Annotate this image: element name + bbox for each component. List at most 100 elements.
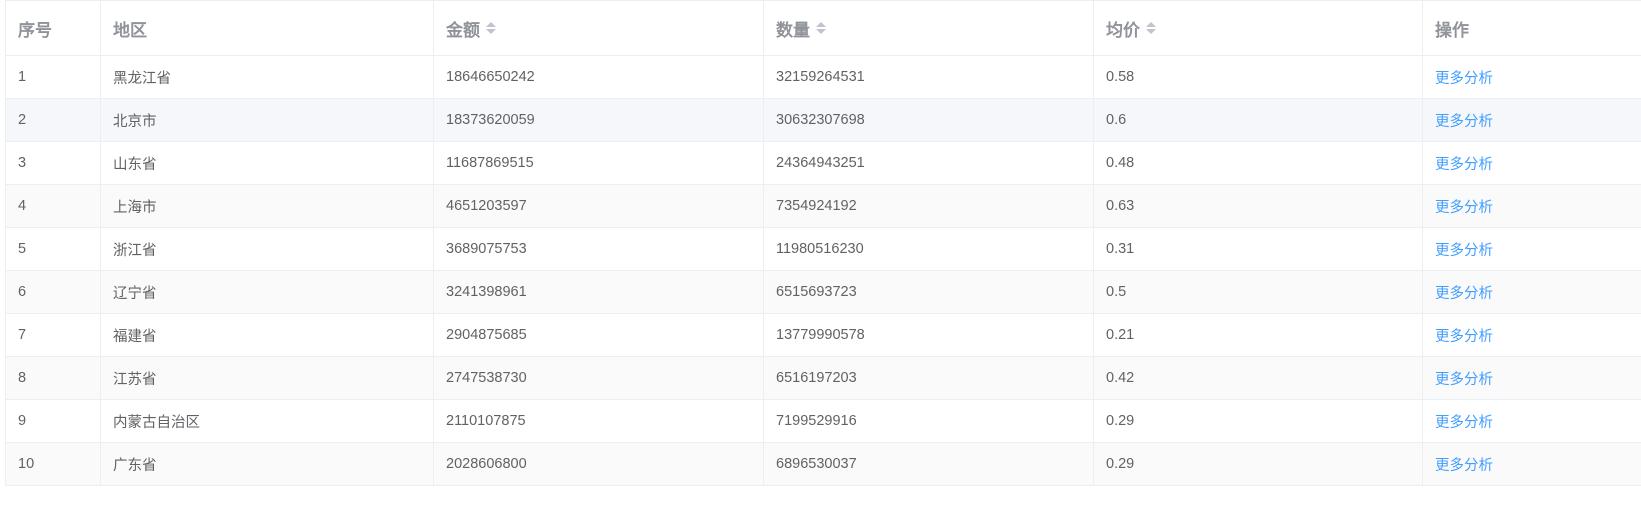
cell-amount: 2028606800 <box>433 442 764 486</box>
cell-index: 6 <box>5 270 101 314</box>
cell-index: 7 <box>5 313 101 357</box>
more-analysis-link[interactable]: 更多分析 <box>1435 415 1493 431</box>
table-body: 1 黑龙江省 18646650242 32159264531 0.58 更多分析 2 北京市 1… <box>5 55 1641 486</box>
cell-region: 内蒙古自治区 <box>100 399 434 443</box>
cell-quantity: 32159264531 <box>763 55 1094 99</box>
cell-action: 更多分析 <box>1422 55 1641 99</box>
cell-amount: 3241398961 <box>433 270 764 314</box>
col-header-region: 地区 <box>100 0 434 56</box>
sort-asc-icon[interactable] <box>816 22 826 27</box>
cell-index: 1 <box>5 55 101 99</box>
table-header: 序号 地区 金额 数量 均价 操作 <box>5 0 1641 56</box>
cell-avg-price: 0.42 <box>1093 356 1423 400</box>
cell-amount: 11687869515 <box>433 141 764 185</box>
sort-desc-icon[interactable] <box>816 29 826 34</box>
cell-region: 上海市 <box>100 184 434 228</box>
col-header-avg-price[interactable]: 均价 <box>1093 0 1423 56</box>
cell-amount: 2904875685 <box>433 313 764 357</box>
header-row: 序号 地区 金额 数量 均价 操作 <box>5 0 1641 56</box>
col-header-quantity[interactable]: 数量 <box>763 0 1094 56</box>
cell-region: 辽宁省 <box>100 270 434 314</box>
cell-action: 更多分析 <box>1422 227 1641 271</box>
cell-region: 山东省 <box>100 141 434 185</box>
cell-quantity: 7199529916 <box>763 399 1094 443</box>
cell-index: 4 <box>5 184 101 228</box>
table-row: 3 山东省 11687869515 24364943251 0.48 更多分析 <box>5 141 1641 185</box>
data-table: 序号 地区 金额 数量 均价 操作 1 黑龙江省 18646650242 321… <box>5 0 1641 486</box>
col-header-amount[interactable]: 金额 <box>433 0 764 56</box>
sort-asc-icon[interactable] <box>486 22 496 27</box>
table-row: 10 广东省 2028606800 6896530037 0.29 更多分析 <box>5 442 1641 486</box>
cell-action: 更多分析 <box>1422 313 1641 357</box>
cell-quantity: 7354924192 <box>763 184 1094 228</box>
more-analysis-link[interactable]: 更多分析 <box>1435 200 1493 216</box>
more-analysis-link[interactable]: 更多分析 <box>1435 458 1493 474</box>
cell-index: 10 <box>5 442 101 486</box>
cell-avg-price: 0.29 <box>1093 399 1423 443</box>
sort-desc-icon[interactable] <box>486 29 496 34</box>
cell-avg-price: 0.48 <box>1093 141 1423 185</box>
cell-action: 更多分析 <box>1422 141 1641 185</box>
more-analysis-link[interactable]: 更多分析 <box>1435 372 1493 388</box>
cell-region: 浙江省 <box>100 227 434 271</box>
cell-index: 9 <box>5 399 101 443</box>
sort-caret-icon[interactable] <box>1146 22 1156 34</box>
cell-amount: 2747538730 <box>433 356 764 400</box>
cell-amount: 4651203597 <box>433 184 764 228</box>
more-analysis-link[interactable]: 更多分析 <box>1435 157 1493 173</box>
cell-action: 更多分析 <box>1422 399 1641 443</box>
sort-desc-icon[interactable] <box>1146 29 1156 34</box>
cell-index: 5 <box>5 227 101 271</box>
more-analysis-link[interactable]: 更多分析 <box>1435 329 1493 345</box>
cell-avg-price: 0.31 <box>1093 227 1423 271</box>
cell-index: 2 <box>5 98 101 142</box>
cell-avg-price: 0.5 <box>1093 270 1423 314</box>
cell-index: 8 <box>5 356 101 400</box>
cell-avg-price: 0.29 <box>1093 442 1423 486</box>
cell-quantity: 24364943251 <box>763 141 1094 185</box>
cell-region: 北京市 <box>100 98 434 142</box>
cell-avg-price: 0.63 <box>1093 184 1423 228</box>
cell-avg-price: 0.6 <box>1093 98 1423 142</box>
cell-amount: 18373620059 <box>433 98 764 142</box>
sort-caret-icon[interactable] <box>486 22 496 34</box>
cell-quantity: 13779990578 <box>763 313 1094 357</box>
cell-amount: 18646650242 <box>433 55 764 99</box>
more-analysis-link[interactable]: 更多分析 <box>1435 114 1493 130</box>
cell-action: 更多分析 <box>1422 98 1641 142</box>
cell-amount: 2110107875 <box>433 399 764 443</box>
cell-region: 江苏省 <box>100 356 434 400</box>
more-analysis-link[interactable]: 更多分析 <box>1435 71 1493 87</box>
table-row: 9 内蒙古自治区 2110107875 7199529916 0.29 更多分析 <box>5 399 1641 443</box>
sort-asc-icon[interactable] <box>1146 22 1156 27</box>
col-header-index: 序号 <box>5 0 101 56</box>
cell-quantity: 30632307698 <box>763 98 1094 142</box>
table-row: 4 上海市 4651203597 7354924192 0.63 更多分析 <box>5 184 1641 228</box>
cell-region: 广东省 <box>100 442 434 486</box>
cell-quantity: 11980516230 <box>763 227 1094 271</box>
table-row: 7 福建省 2904875685 13779990578 0.21 更多分析 <box>5 313 1641 357</box>
cell-region: 福建省 <box>100 313 434 357</box>
cell-amount: 3689075753 <box>433 227 764 271</box>
table-row: 8 江苏省 2747538730 6516197203 0.42 更多分析 <box>5 356 1641 400</box>
cell-action: 更多分析 <box>1422 184 1641 228</box>
cell-index: 3 <box>5 141 101 185</box>
region-table: 序号 地区 金额 数量 均价 操作 1 黑龙江省 18646650242 321… <box>5 0 1641 486</box>
table-row: 6 辽宁省 3241398961 6515693723 0.5 更多分析 <box>5 270 1641 314</box>
table-row: 2 北京市 18373620059 30632307698 0.6 更多分析 <box>5 98 1641 142</box>
cell-quantity: 6516197203 <box>763 356 1094 400</box>
cell-action: 更多分析 <box>1422 356 1641 400</box>
cell-action: 更多分析 <box>1422 270 1641 314</box>
table-row: 5 浙江省 3689075753 11980516230 0.31 更多分析 <box>5 227 1641 271</box>
cell-quantity: 6515693723 <box>763 270 1094 314</box>
table-row: 1 黑龙江省 18646650242 32159264531 0.58 更多分析 <box>5 55 1641 99</box>
more-analysis-link[interactable]: 更多分析 <box>1435 243 1493 259</box>
cell-region: 黑龙江省 <box>100 55 434 99</box>
more-analysis-link[interactable]: 更多分析 <box>1435 286 1493 302</box>
sort-caret-icon[interactable] <box>816 22 826 34</box>
cell-action: 更多分析 <box>1422 442 1641 486</box>
cell-avg-price: 0.58 <box>1093 55 1423 99</box>
cell-avg-price: 0.21 <box>1093 313 1423 357</box>
col-header-action: 操作 <box>1422 0 1641 56</box>
cell-quantity: 6896530037 <box>763 442 1094 486</box>
